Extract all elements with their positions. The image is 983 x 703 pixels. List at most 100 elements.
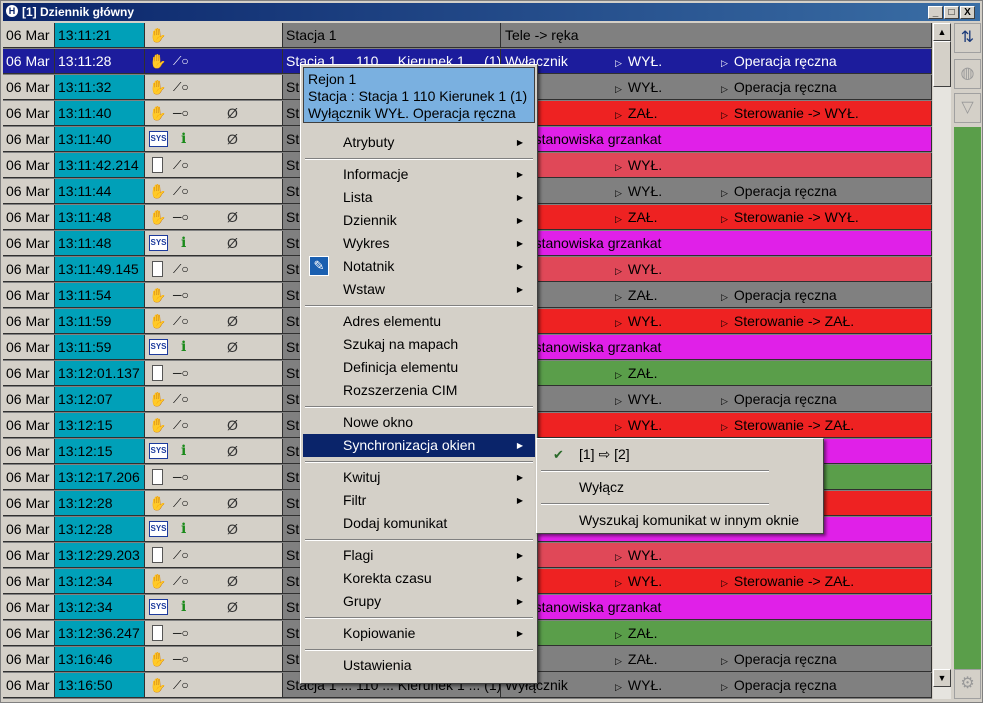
scroll-down-button[interactable]: ▼	[933, 669, 951, 687]
hand-icon: ✋	[149, 651, 167, 667]
operation-value: Operacja ręczna	[733, 53, 837, 69]
menu-item-lista[interactable]: Lista ▶	[303, 186, 535, 209]
hand-icon: ✋	[149, 287, 167, 303]
triangle-icon: ▷	[615, 318, 622, 328]
state-value: ZAŁ.	[627, 287, 658, 303]
menu-item-1-2[interactable]: ✔ [1] ⇨ [2]	[539, 443, 821, 466]
switch-off-icon: ⟋○	[173, 496, 189, 510]
icons-cell: ✋ ⟋○ Ø	[145, 491, 283, 516]
triangle-icon: ▷	[721, 396, 728, 406]
triangle-icon: ▷	[615, 58, 622, 68]
settings-icon[interactable]: ⚙	[954, 669, 981, 699]
hand-icon: ✋	[149, 391, 167, 407]
menu-item-szukaj-na-mapach[interactable]: Szukaj na mapach	[303, 333, 535, 356]
icons-cell: SYS i Ø	[145, 517, 283, 542]
icons-cell: ✋ ⟋○	[145, 49, 283, 74]
menu-item-dodaj-komunikat[interactable]: Dodaj komunikat	[303, 512, 535, 535]
header-station: Stacja : Stacja 1 110 Kierunek 1 (1)	[308, 88, 528, 104]
operation-text: ▷ Sterowanie -> WYŁ.	[721, 101, 859, 125]
menu-item-label: Informacje	[343, 166, 409, 182]
header-region: Rejon 1	[308, 71, 357, 87]
menu-item-definicja-elementu[interactable]: Definicja elementu	[303, 356, 535, 379]
time-cell: 13:11:40	[55, 127, 145, 152]
menu-item-label: Definicja elementu	[343, 359, 459, 375]
menu-item-korekta-czasu[interactable]: Korekta czasu ▶	[303, 567, 535, 590]
date-cell: 06 Mar	[3, 413, 55, 438]
operation-value: Sterowanie -> WYŁ.	[733, 209, 859, 225]
menu-item-nowe-okno[interactable]: Nowe okno	[303, 411, 535, 434]
filter-icon[interactable]: ▽	[954, 93, 981, 123]
date-cell: 06 Mar	[3, 127, 55, 152]
header-element: Wyłącznik WYŁ. Operacja ręczna	[308, 105, 516, 121]
operation-value: Sterowanie -> ZAŁ.	[733, 417, 855, 433]
menu-item-notatnik[interactable]: ✎ Notatnik ▶	[303, 255, 535, 278]
state-text: ▷ ZAŁ.	[615, 205, 658, 229]
operation-text: ▷ Sterowanie -> ZAŁ.	[721, 569, 854, 593]
menu-item-rozszerzenia-cim[interactable]: Rozszerzenia CIM	[303, 379, 535, 402]
scroll-thumb[interactable]	[933, 41, 951, 87]
icons-cell: ⟋○	[145, 257, 283, 282]
menu-item-informacje[interactable]: Informacje ▶	[303, 163, 535, 186]
date-cell: 06 Mar	[3, 49, 55, 74]
time-cell: 13:11:59	[55, 309, 145, 334]
state-text: ▷ WYŁ.	[615, 673, 662, 697]
menu-item-flagi[interactable]: Flagi ▶	[303, 544, 535, 567]
menu-item-wykres[interactable]: Wykres ▶	[303, 232, 535, 255]
menu-item-kwituj[interactable]: Kwituj ▶	[303, 466, 535, 489]
menu-item-wstaw[interactable]: Wstaw ▶	[303, 278, 535, 301]
info-icon: i	[181, 235, 187, 251]
menu-item-filtr[interactable]: Filtr ▶	[303, 489, 535, 512]
operation-value: Operacja ręczna	[733, 79, 837, 95]
state-text: ▷ ZAŁ.	[615, 361, 658, 385]
date-cell: 06 Mar	[3, 569, 55, 594]
fire-hand-icon: ✋	[149, 209, 167, 225]
doc-icon	[152, 625, 163, 641]
date-cell: 06 Mar	[3, 153, 55, 178]
menu-item-dziennik[interactable]: Dziennik ▶	[303, 209, 535, 232]
menu-item-kopiowanie[interactable]: Kopiowanie ▶	[303, 622, 535, 645]
submenu-arrow-icon: ▶	[516, 193, 523, 202]
fire-hand-icon: ✋	[149, 313, 167, 329]
hand-icon: ✋	[149, 53, 167, 69]
operation-value: Operacja ręczna	[733, 391, 837, 407]
menu-item-ustawienia[interactable]: Ustawienia	[303, 654, 535, 677]
switch-on-icon: ─○	[173, 652, 189, 666]
minimize-button[interactable]: _	[928, 6, 943, 19]
menu-item-atrybuty[interactable]: Atrybuty ▶	[303, 131, 535, 154]
menu-item-wyszukaj-komunikat-w-innym-oknie[interactable]: Wyszukaj komunikat w innym oknie	[539, 509, 821, 532]
icons-cell: ✋ ⟋○ Ø	[145, 309, 283, 334]
context-menu: Rejon 1 Stacja : Stacja 1 110 Kierunek 1…	[300, 64, 538, 684]
disabled-tool-icon[interactable]: ◍	[954, 59, 981, 89]
scroll-up-button[interactable]: ▲	[933, 23, 951, 41]
menu-item-wy-a-cz[interactable]: Wyłącz	[539, 476, 821, 499]
maximize-button[interactable]: □	[944, 6, 959, 19]
close-button[interactable]: X	[960, 6, 975, 19]
icons-cell: SYS i Ø	[145, 231, 283, 256]
menu-item-label: Dodaj komunikat	[343, 515, 448, 531]
switch-off-icon: ⟋○	[173, 678, 189, 692]
menu-item-label: Notatnik	[343, 258, 395, 274]
switch-on-icon: ─○	[173, 288, 189, 302]
menu-item-grupy[interactable]: Grupy ▶	[303, 590, 535, 613]
journal-row[interactable]: 06 Mar 13:11:21 ✋ Stacja 1 Tele -> ręka	[3, 23, 932, 48]
submenu-arrow-icon: ▶	[516, 629, 523, 638]
date-cell: 06 Mar	[3, 335, 55, 360]
time-cell: 13:12:07	[55, 387, 145, 412]
clip-icon: Ø	[227, 521, 238, 537]
sort-icon[interactable]: ⇅	[954, 23, 981, 53]
menu-separator	[305, 617, 533, 619]
title-bar[interactable]: H [1] Dziennik główny _ □ X	[3, 3, 980, 21]
operation-text: ▷ Operacja ręczna	[721, 387, 837, 411]
vertical-scrollbar[interactable]: ▲ ▼	[933, 23, 951, 699]
time-cell: 13:16:46	[55, 647, 145, 672]
submenu-arrow-icon: ▶	[516, 551, 523, 560]
time-cell: 13:12:01.137	[55, 361, 145, 386]
submenu-arrow-icon: ▶	[516, 216, 523, 225]
operation-text: ▷ Operacja ręczna	[721, 673, 837, 697]
date-cell: 06 Mar	[3, 179, 55, 204]
description-cell: cznik▷WYŁ.▷Sterowanie -> ZAŁ.	[501, 413, 932, 438]
menu-item-synchronizacja-okien[interactable]: Synchronizacja okien ▶	[303, 434, 535, 457]
triangle-icon: ▷	[615, 396, 622, 406]
icons-cell: SYS i Ø	[145, 127, 283, 152]
menu-item-adres-elementu[interactable]: Adres elementu	[303, 310, 535, 333]
